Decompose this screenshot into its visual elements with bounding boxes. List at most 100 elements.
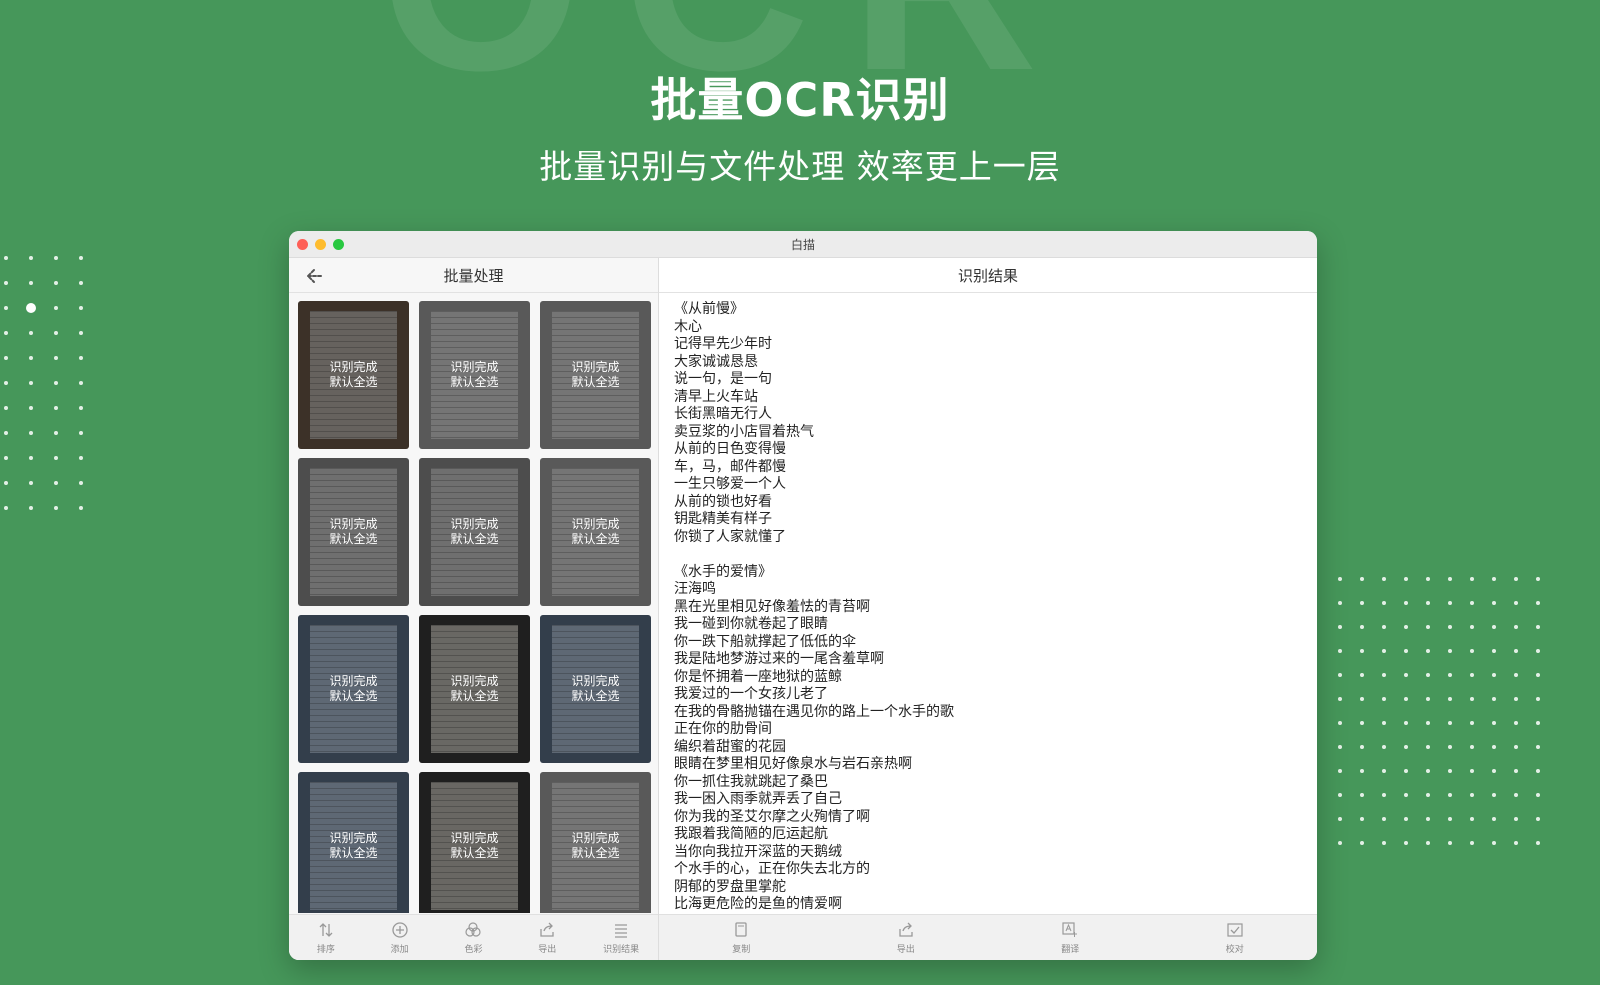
decorative-dot bbox=[79, 506, 83, 510]
translate-icon bbox=[1062, 921, 1078, 937]
decorative-dot bbox=[1360, 649, 1364, 653]
decorative-dot bbox=[1514, 697, 1518, 701]
thumbnail-item[interactable]: 识别完成 默认全选 bbox=[298, 615, 409, 763]
thumbnail-item[interactable]: 识别完成 默认全选 bbox=[419, 458, 530, 606]
decorative-dot bbox=[1426, 649, 1430, 653]
decorative-dot bbox=[1404, 577, 1408, 581]
decorative-dot bbox=[1514, 793, 1518, 797]
decorative-dot bbox=[4, 306, 8, 310]
recognized-text[interactable]: 《从前慢》 木心 记得早先少年时 大家诚诚恳恳 说一句，是一句 清早上火车站 长… bbox=[674, 301, 1302, 910]
decorative-dot bbox=[1382, 697, 1386, 701]
add-label: 添加 bbox=[390, 944, 409, 955]
decorative-dot bbox=[1492, 601, 1496, 605]
decorative-dot bbox=[1338, 577, 1342, 581]
thumbnail-selection: 默认全选 bbox=[329, 846, 378, 860]
thumbnail-selection: 默认全选 bbox=[450, 532, 499, 546]
decorative-dot bbox=[1426, 673, 1430, 677]
add-button[interactable]: 添加 bbox=[370, 921, 430, 955]
decorative-dot bbox=[1470, 673, 1474, 677]
decorative-dot bbox=[1536, 817, 1540, 821]
thumbnail-selection: 默认全选 bbox=[450, 375, 499, 389]
decorative-dot bbox=[1448, 577, 1452, 581]
decorative-dot bbox=[1426, 697, 1430, 701]
decorative-dot bbox=[1492, 769, 1496, 773]
decorative-dot bbox=[1514, 817, 1518, 821]
decorative-dot bbox=[1514, 769, 1518, 773]
back-arrow-icon[interactable] bbox=[301, 265, 325, 287]
decorative-dot bbox=[29, 431, 33, 435]
thumbnail-status: 识别完成 bbox=[450, 360, 499, 374]
decorative-dot bbox=[1536, 601, 1540, 605]
decorative-dot bbox=[1382, 577, 1386, 581]
decorative-dot bbox=[1536, 649, 1540, 653]
color-button[interactable]: 色彩 bbox=[443, 921, 503, 955]
decorative-dot bbox=[29, 256, 33, 260]
decorative-dot bbox=[1536, 625, 1540, 629]
decorative-dot bbox=[1514, 625, 1518, 629]
thumbnail-item[interactable]: 识别完成 默认全选 bbox=[419, 772, 530, 913]
proofread-button[interactable]: 校对 bbox=[1205, 921, 1265, 955]
decorative-dot bbox=[1404, 625, 1408, 629]
translate-label: 翻译 bbox=[1061, 944, 1080, 955]
decorative-dot bbox=[1448, 841, 1452, 845]
thumbnail-item[interactable]: 识别完成 默认全选 bbox=[540, 458, 651, 606]
decorative-dot bbox=[4, 356, 8, 360]
thumbnail-item[interactable]: 识别完成 默认全选 bbox=[540, 615, 651, 763]
thumbnail-selection: 默认全选 bbox=[450, 846, 499, 860]
app-window: 白描 批量处理 识别完成 默认全选 识别完成 默认全选 识别完成 默认全选 识别完成默… bbox=[289, 231, 1317, 960]
decorative-dot bbox=[1470, 649, 1474, 653]
sort-button[interactable]: 排序 bbox=[296, 921, 356, 955]
export-button[interactable]: 导出 bbox=[517, 921, 577, 955]
copy-button[interactable]: 复制 bbox=[711, 921, 771, 955]
decorative-dot bbox=[1514, 745, 1518, 749]
copy-label: 复制 bbox=[732, 944, 751, 955]
export-result-label: 导出 bbox=[896, 944, 915, 955]
decorative-dot bbox=[54, 431, 58, 435]
decorative-dot bbox=[1448, 721, 1452, 725]
thumbnail-item[interactable]: 识别完成 默认全选 bbox=[419, 301, 530, 449]
decorative-dot bbox=[54, 331, 58, 335]
thumbnail-item[interactable]: 识别完成 默认全选 bbox=[298, 458, 409, 606]
decorative-dot bbox=[54, 281, 58, 285]
decorative-dot bbox=[1404, 721, 1408, 725]
decorative-dot bbox=[1338, 673, 1342, 677]
decorative-dot bbox=[1338, 625, 1342, 629]
thumbnail-item[interactable]: 识别完成 默认全选 bbox=[419, 615, 530, 763]
decorative-dot bbox=[1492, 745, 1496, 749]
decorative-dot bbox=[1360, 625, 1364, 629]
decorative-dot bbox=[54, 456, 58, 460]
thumbnail-item[interactable]: 识别完成 默认全选 bbox=[298, 772, 409, 913]
hero-title: 批量OCR识别 bbox=[650, 73, 950, 127]
decorative-dot bbox=[1360, 721, 1364, 725]
result-pane: 识别结果 《从前慢》 木心 记得早先少年时 大家诚诚恳恳 说一句，是一句 清早上… bbox=[659, 258, 1317, 960]
decorative-dot bbox=[4, 456, 8, 460]
thumbnail-selection: 默认全选 bbox=[450, 689, 499, 703]
decorative-dot bbox=[29, 506, 33, 510]
decorative-dot bbox=[4, 331, 8, 335]
decorative-dot bbox=[1382, 649, 1386, 653]
color-icon bbox=[465, 921, 482, 937]
thumbnail-selection: 默认全选 bbox=[571, 846, 620, 860]
thumbnail-item[interactable]: 识别完成 默认全选 bbox=[540, 772, 651, 913]
decorative-dot bbox=[1492, 721, 1496, 725]
decorative-dot bbox=[1492, 793, 1496, 797]
decorative-dot bbox=[79, 306, 83, 310]
decorative-dot bbox=[26, 303, 36, 313]
decorative-dot bbox=[1382, 841, 1386, 845]
window-titlebar: 白描 bbox=[289, 231, 1317, 258]
thumbnail-item[interactable]: 识别完成 默认全选 bbox=[298, 301, 409, 449]
decorative-dot bbox=[1448, 769, 1452, 773]
decorative-dot bbox=[1404, 649, 1408, 653]
decorative-dot bbox=[1536, 841, 1540, 845]
decorative-dots-right bbox=[1338, 577, 1558, 865]
export-result-button[interactable]: 导出 bbox=[876, 921, 936, 955]
results-button[interactable]: 识别结果 bbox=[591, 921, 651, 955]
decorative-dot bbox=[1470, 745, 1474, 749]
thumbnail-selection: 默认全选 bbox=[571, 532, 620, 546]
thumbnail-status: 识别完成 bbox=[329, 674, 378, 688]
copy-icon bbox=[735, 921, 747, 937]
translate-button[interactable]: 翻译 bbox=[1040, 921, 1100, 955]
thumbnail-selection: 默认全选 bbox=[329, 375, 378, 389]
thumbnail-item[interactable]: 识别完成 默认全选 bbox=[540, 301, 651, 449]
decorative-dot bbox=[1448, 625, 1452, 629]
